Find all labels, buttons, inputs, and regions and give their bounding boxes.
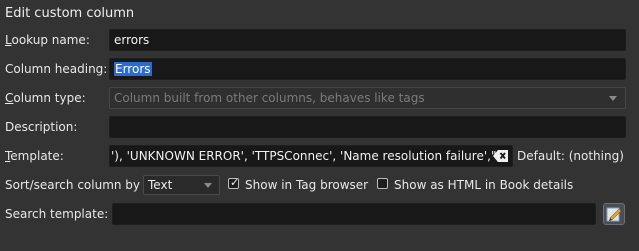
edit-template-button[interactable] [603, 203, 625, 225]
column-type-label-rest: olumn type: [13, 91, 86, 105]
lookup-name-label: Lookup name: [5, 33, 90, 47]
column-heading-value: Errors [114, 62, 152, 76]
show-as-html-checkbox[interactable] [377, 178, 388, 189]
template-value: '), 'UNKNOWN ERROR', 'TTPSConnec', 'Name… [111, 149, 502, 163]
lookup-name-field[interactable]: errors [109, 29, 626, 51]
sort-search-value: Text [148, 178, 173, 192]
template-label: Template: [5, 149, 64, 163]
search-template-field[interactable] [112, 203, 596, 225]
sort-search-chevron-down-icon [204, 183, 212, 188]
template-label-rest: emplate: [10, 149, 64, 163]
edit-template-icon [606, 207, 622, 222]
lookup-name-value: errors [114, 33, 150, 47]
show-in-tag-browser-label: Show in Tag browser [245, 178, 369, 192]
show-in-tag-browser-checkbox[interactable]: ✓ [228, 176, 240, 189]
template-default-label: Default: (nothing) [517, 149, 624, 163]
column-type-value: Column built from other columns, behaves… [114, 91, 425, 105]
description-label: Description: [5, 120, 78, 134]
clear-text-icon[interactable] [493, 149, 509, 163]
dialog-title: Edit custom column [5, 6, 135, 21]
search-template-label: Search template: [5, 207, 109, 221]
template-field[interactable]: '), 'UNKNOWN ERROR', 'TTPSConnec', 'Name… [109, 145, 513, 167]
column-heading-label: Column heading: [5, 62, 108, 76]
column-type-select[interactable]: Column built from other columns, behaves… [109, 87, 626, 109]
description-field[interactable] [109, 116, 626, 138]
column-type-chevron-down-icon [609, 96, 617, 101]
column-type-label: Column type: [5, 91, 86, 105]
checkmark-icon: ✓ [230, 176, 240, 189]
column-heading-field[interactable]: Errors [109, 58, 626, 80]
lookup-name-label-rest: ookup name: [11, 33, 90, 47]
show-as-html-label: Show as HTML in Book details [394, 178, 574, 192]
sort-search-label: Sort/search column by [5, 178, 141, 192]
